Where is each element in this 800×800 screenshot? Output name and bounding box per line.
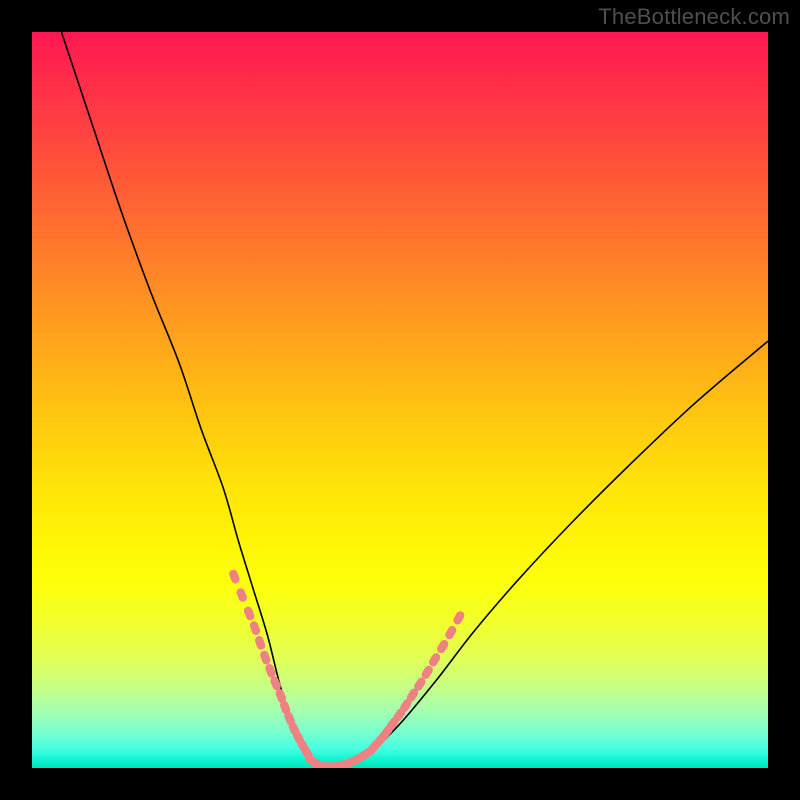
- chart-frame: TheBottleneck.com: [0, 0, 800, 800]
- dot-overlay-bottom: [304, 744, 378, 768]
- overlay-dash: [452, 610, 466, 626]
- bottleneck-curve-path: [61, 32, 768, 767]
- overlay-dash: [444, 624, 458, 640]
- overlay-dash: [436, 638, 450, 654]
- overlay-dash: [235, 587, 248, 603]
- overlay-dash: [427, 652, 441, 668]
- dot-overlay-right: [367, 610, 466, 754]
- dot-overlay-left: [228, 569, 315, 762]
- overlay-dash: [228, 569, 241, 585]
- overlay-dash: [259, 650, 272, 666]
- watermark-text: TheBottleneck.com: [598, 4, 790, 30]
- plot-area: [32, 32, 768, 768]
- overlay-dash: [254, 635, 267, 651]
- overlay-dash: [249, 620, 262, 636]
- curve-layer: [32, 32, 768, 768]
- overlay-dash: [243, 605, 256, 621]
- bottleneck-curve: [61, 32, 768, 767]
